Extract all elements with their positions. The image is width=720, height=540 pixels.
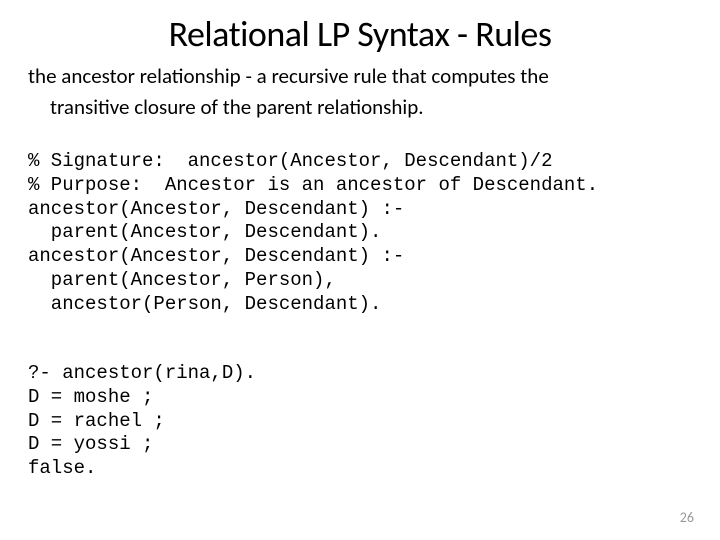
code-line: % Signature: ancestor(Ancestor, Descenda… [28,150,553,172]
code-block: % Signature: ancestor(Ancestor, Descenda… [28,126,692,316]
code-line: ancestor(Ancestor, Descendant) :- [28,198,404,220]
code-line: ancestor(Ancestor, Descendant) :- [28,245,404,267]
code-line: ancestor(Person, Descendant). [28,293,381,315]
subtitle-line1: the ancestor relationship - a recursive … [28,64,692,89]
query-line: D = yossi ; [28,433,153,455]
subtitle-block: the ancestor relationship - a recursive … [28,64,692,120]
slide-title: Relational LP Syntax - Rules [28,12,692,56]
page-number: 26 [680,509,694,526]
code-line: parent(Ancestor, Descendant). [28,221,381,243]
query-line: ?- ancestor(rina,D). [28,362,256,384]
query-block: ?- ancestor(rina,D). D = moshe ; D = rac… [28,338,692,481]
subtitle-line2: transitive closure of the parent relatio… [28,95,692,120]
code-line: parent(Ancestor, Person), [28,269,336,291]
query-line: D = moshe ; [28,386,153,408]
query-line: false. [28,457,96,479]
query-line: D = rachel ; [28,410,165,432]
code-line: % Purpose: Ancestor is an ancestor of De… [28,174,598,196]
